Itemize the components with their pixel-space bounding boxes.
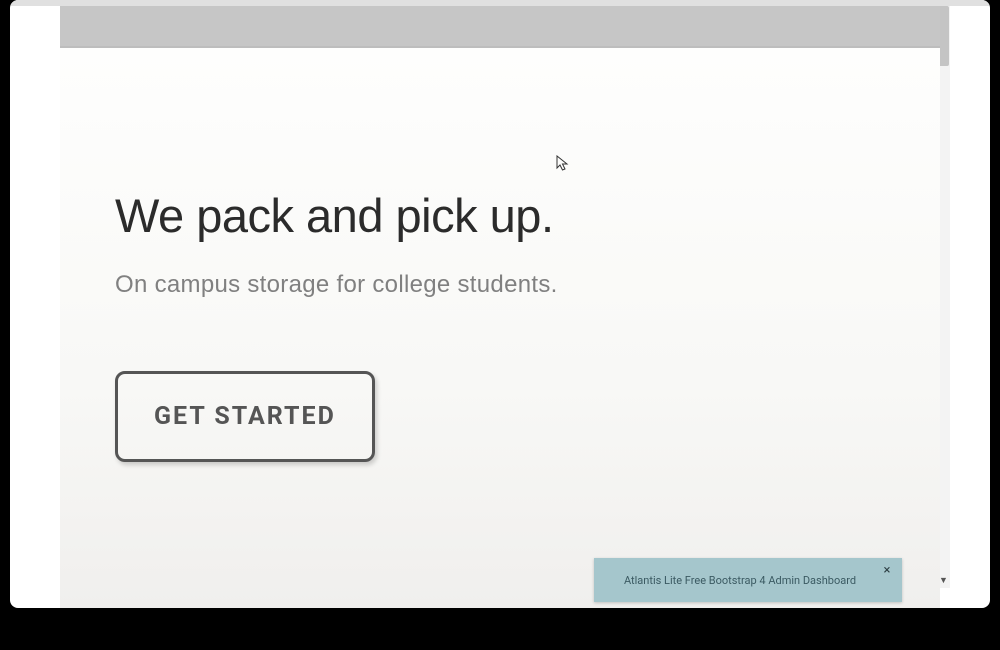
page-viewport: We pack and pick up. On campus storage f…: [60, 6, 940, 608]
hero-section: We pack and pick up. On campus storage f…: [60, 48, 940, 608]
close-icon[interactable]: ×: [880, 564, 894, 578]
notification-toast[interactable]: Atlantis Lite Free Bootstrap 4 Admin Das…: [594, 558, 902, 602]
bottom-vignette: [0, 608, 1000, 650]
header-bar: [60, 6, 940, 48]
toast-message: Atlantis Lite Free Bootstrap 4 Admin Das…: [624, 574, 856, 587]
hero-title: We pack and pick up.: [115, 188, 885, 243]
hero-subtitle: On campus storage for college students.: [115, 271, 885, 299]
browser-window: ▼ We pack and pick up. On campus storage…: [10, 0, 990, 608]
get-started-button[interactable]: GET STARTED: [115, 371, 375, 462]
